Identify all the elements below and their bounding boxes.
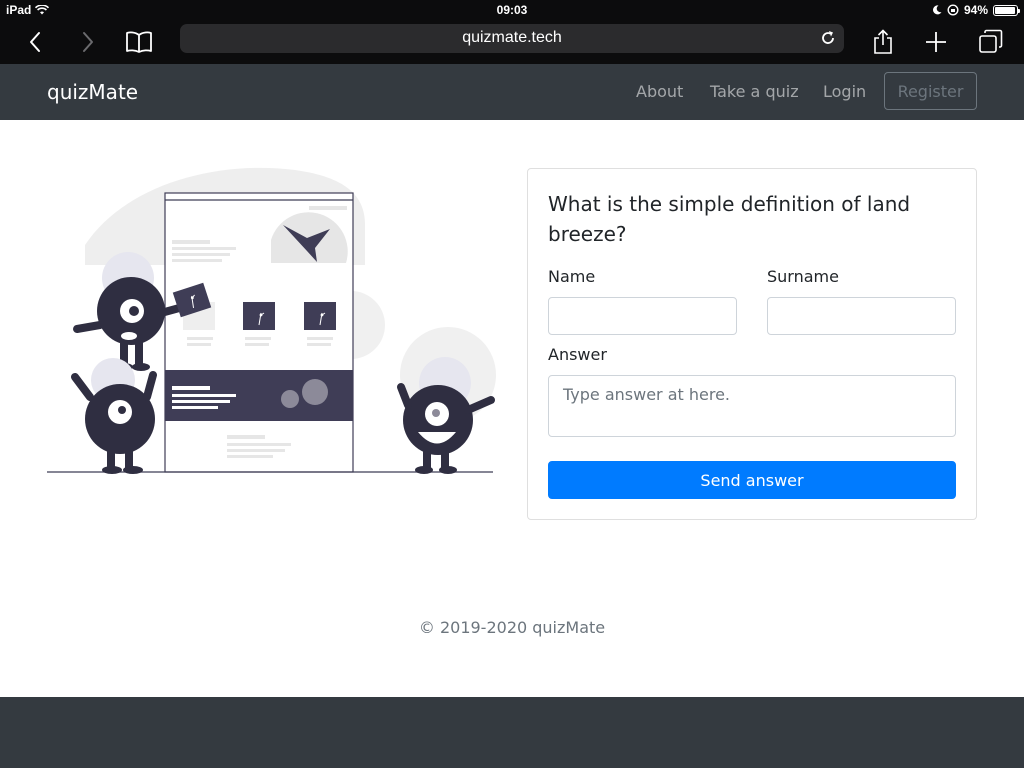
name-field[interactable] <box>548 297 737 335</box>
webpage-mockup <box>164 192 354 473</box>
surname-label: Surname <box>767 267 839 286</box>
chevron-right-icon <box>83 32 93 52</box>
answer-label: Answer <box>548 345 607 364</box>
browser-toolbar: quizmate.tech <box>0 20 1024 64</box>
back-button[interactable] <box>17 24 53 60</box>
quiz-illustration <box>47 167 496 474</box>
bottom-footer-band <box>0 697 1024 768</box>
new-tab-button[interactable] <box>918 24 954 60</box>
status-right: 94% <box>932 3 1020 17</box>
nav-link-login[interactable]: Login <box>823 82 866 101</box>
battery-percent: 94% <box>963 3 988 17</box>
nav-link-about[interactable]: About <box>636 82 683 101</box>
name-label: Name <box>548 267 596 286</box>
site-navbar: quizMate About Take a quiz Login Registe… <box>0 64 1024 120</box>
reload-icon[interactable] <box>818 28 838 48</box>
surname-field[interactable] <box>767 297 956 335</box>
address-bar[interactable]: quizmate.tech <box>180 24 844 53</box>
chevron-left-icon <box>30 32 40 52</box>
footer-copyright: © 2019-2020 quizMate <box>418 618 606 637</box>
forward-button[interactable] <box>70 24 106 60</box>
battery-icon <box>993 4 1020 16</box>
monster-bottom <box>71 358 157 474</box>
ios-status-bar: iPad 09:03 94% <box>0 0 1024 20</box>
moon-icon <box>932 5 942 15</box>
battery-fill <box>995 6 1015 14</box>
rotation-lock-icon <box>947 4 959 16</box>
nav-link-take-a-quiz[interactable]: Take a quiz <box>710 82 799 101</box>
send-answer-button[interactable]: Send answer <box>548 461 956 499</box>
tabs-icon <box>979 29 1003 53</box>
plus-icon <box>926 32 946 52</box>
status-time: 09:03 <box>496 3 528 17</box>
book-icon <box>126 31 152 53</box>
answer-textarea[interactable] <box>548 375 956 437</box>
share-icon <box>874 29 892 54</box>
quiz-card: What is the simple definition of land br… <box>527 168 977 520</box>
bookmarks-button[interactable] <box>121 24 157 60</box>
quiz-question: What is the simple definition of land br… <box>548 192 911 246</box>
brand-logo[interactable]: quizMate <box>47 80 138 104</box>
register-button[interactable]: Register <box>884 72 977 110</box>
url-text: quizmate.tech <box>462 29 562 46</box>
share-button[interactable] <box>865 24 901 60</box>
tabs-button[interactable] <box>973 24 1009 60</box>
